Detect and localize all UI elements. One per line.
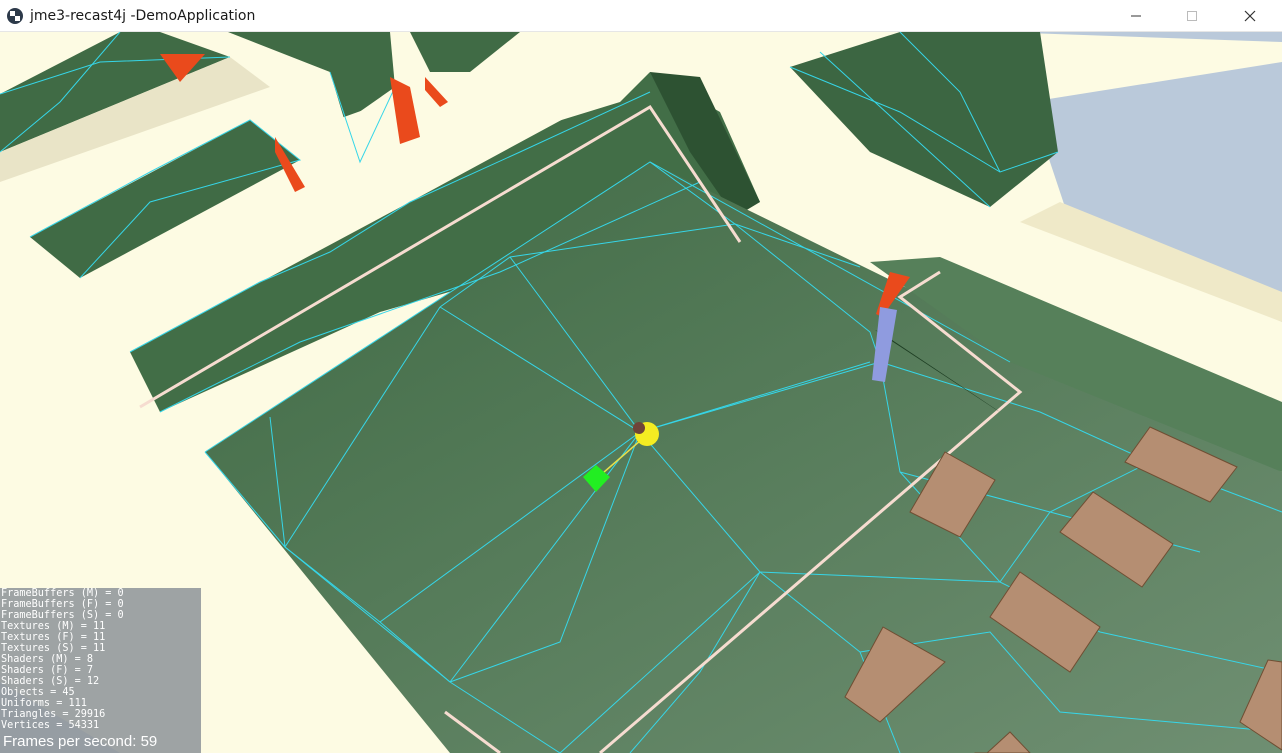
- stat-line: Shaders (M) = 8: [1, 654, 94, 665]
- minimize-button[interactable]: [1113, 0, 1159, 32]
- title-bar: jme3-recast4j -DemoApplication: [0, 0, 1282, 32]
- stat-line: Vertices = 54331: [1, 720, 100, 731]
- maximize-icon: [1187, 11, 1197, 21]
- app-icon: [6, 7, 24, 25]
- stat-line: Textures (S) = 11: [1, 643, 106, 654]
- stat-line: Shaders (S) = 12: [1, 676, 100, 687]
- agent-character: [633, 422, 645, 434]
- fps-counter: Frames per second: 59: [3, 733, 157, 750]
- window-title: jme3-recast4j -DemoApplication: [30, 8, 256, 24]
- stat-line: FrameBuffers (F) = 0: [1, 599, 124, 610]
- stat-line: Triangles = 29916: [1, 709, 106, 720]
- close-button[interactable]: [1227, 0, 1273, 32]
- minimize-icon: [1131, 15, 1141, 17]
- stat-line: Textures (F) = 11: [1, 632, 106, 643]
- stat-line: Shaders (F) = 7: [1, 665, 94, 676]
- stat-line: FrameBuffers (S) = 0: [1, 610, 124, 621]
- stats-overlay: FrameBuffers (M) = 0 FrameBuffers (F) = …: [0, 588, 201, 753]
- stat-line: FrameBuffers (M) = 0: [1, 588, 124, 599]
- stat-line: Objects = 45: [1, 687, 75, 698]
- close-icon: [1244, 10, 1256, 22]
- stat-line: Uniforms = 111: [1, 698, 87, 709]
- maximize-button[interactable]: [1169, 0, 1215, 32]
- fps-label: Frames per second:: [3, 733, 137, 750]
- fps-value: 59: [140, 733, 158, 750]
- stat-line: Textures (M) = 11: [1, 621, 106, 632]
